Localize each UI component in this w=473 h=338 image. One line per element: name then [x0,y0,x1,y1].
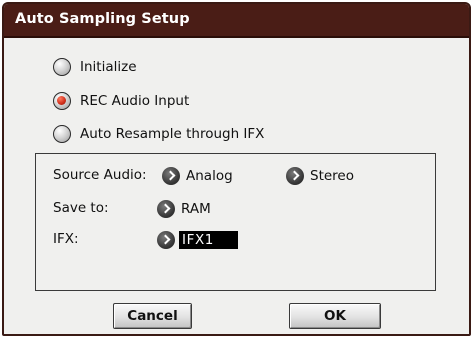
ifx-value: IFX1 [179,231,238,249]
chevron-right-icon[interactable] [157,231,175,249]
auto-sampling-setup-dialog: Auto Sampling Setup Initialize REC Audio… [2,2,471,336]
dialog-titlebar: Auto Sampling Setup [4,4,469,38]
radio-initialize-label: Initialize [80,59,137,75]
save-to-value: RAM [181,201,211,217]
radio-button-icon[interactable] [53,125,71,143]
source-audio-input-popup[interactable]: Analog [162,165,233,187]
save-to-label: Save to: [53,200,109,216]
chevron-right-icon[interactable] [157,200,175,218]
parameter-panel: Source Audio: Analog Stereo Save to: RAM… [35,153,436,291]
source-audio-input-value: Analog [186,168,233,184]
radio-auto-resample-label: Auto Resample through IFX [80,126,265,142]
ok-button[interactable]: OK [289,303,381,329]
radio-rec-audio-input-label: REC Audio Input [80,93,190,109]
save-to-popup[interactable]: RAM [157,198,211,220]
chevron-right-icon[interactable] [286,167,304,185]
ifx-label: IFX: [53,231,79,247]
radio-button-icon[interactable] [53,58,71,76]
radio-initialize[interactable]: Initialize [53,56,137,78]
chevron-right-icon[interactable] [162,167,180,185]
radio-auto-resample[interactable]: Auto Resample through IFX [53,123,264,145]
cancel-button[interactable]: Cancel [113,303,192,329]
radio-button-icon[interactable] [53,92,71,110]
ifx-popup[interactable]: IFX1 [157,229,238,251]
source-audio-label: Source Audio: [53,167,147,183]
radio-rec-audio-input[interactable]: REC Audio Input [53,90,189,112]
source-audio-channel-value: Stereo [310,168,354,184]
source-audio-channel-popup[interactable]: Stereo [286,165,354,187]
dialog-title: Auto Sampling Setup [15,11,190,27]
